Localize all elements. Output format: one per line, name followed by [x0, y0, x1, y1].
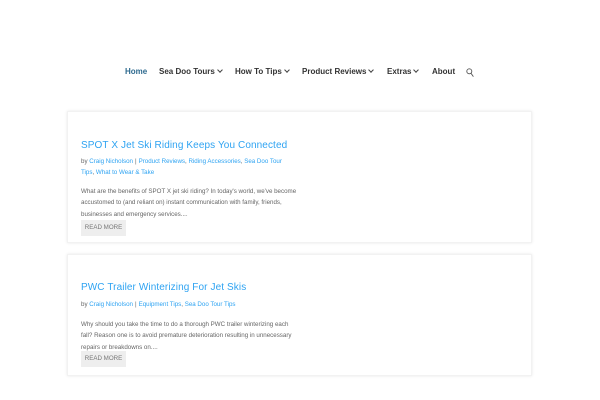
chevron-down-icon — [413, 67, 420, 73]
category-link[interactable]: Equipment Tips — [139, 301, 182, 308]
post-excerpt: Why should you take the time to do a tho… — [81, 321, 292, 351]
blog-post-card: PWC Trailer Winterizing For Jet Skis by … — [67, 254, 532, 376]
chevron-down-icon — [217, 67, 223, 73]
meta-by-label: by — [81, 301, 88, 308]
nav-item-product-reviews[interactable]: Product Reviews — [302, 66, 375, 78]
chevron-down-icon — [283, 67, 290, 73]
post-excerpt: What are the benefits of SPOT X jet ski … — [81, 188, 297, 218]
nav-item-label: Home — [125, 67, 148, 76]
nav-item-how-to-tips[interactable]: How To Tips — [235, 66, 290, 78]
read-more-button[interactable]: READ MORE — [81, 351, 126, 367]
author-link[interactable]: Craig Nicholson — [89, 158, 133, 165]
search-icon[interactable] — [466, 68, 474, 78]
category-link[interactable]: Sea Doo Tour Tips — [185, 301, 236, 308]
nav-item-label: How To Tips — [235, 67, 282, 76]
nav-item-label: Extras — [387, 67, 412, 76]
category-link[interactable]: Riding Accessories — [188, 158, 240, 165]
chevron-down-icon — [368, 67, 375, 73]
post-title-link[interactable]: PWC Trailer Winterizing For Jet Skis — [81, 282, 246, 293]
blog-post-card: SPOT X Jet Ski Riding Keeps You Connecte… — [67, 111, 532, 243]
nav-item-extras[interactable]: Extras — [387, 66, 420, 78]
main-navigation: Home Sea Doo Tours How To Tips Product R… — [0, 66, 600, 80]
read-more-button[interactable]: READ MORE — [81, 220, 126, 236]
category-link[interactable]: Product Reviews — [139, 158, 185, 165]
nav-item-label: Product Reviews — [302, 67, 367, 76]
category-link[interactable]: What to Wear & Take — [96, 169, 154, 176]
nav-item-about[interactable]: About — [432, 66, 455, 78]
nav-item-home[interactable]: Home — [125, 66, 147, 78]
post-meta: by Craig Nicholson | Product Reviews, Ridi… — [81, 158, 282, 176]
author-link[interactable]: Craig Nicholson — [89, 301, 133, 308]
nav-item-label: About — [432, 67, 456, 76]
post-meta: by Craig Nicholson | Equipment Tips, Sea D… — [81, 301, 236, 308]
nav-item-sea-doo-tours[interactable]: Sea Doo Tours — [159, 66, 223, 78]
meta-by-label: by — [81, 158, 88, 165]
nav-item-label: Sea Doo Tours — [159, 67, 215, 76]
post-title-link[interactable]: SPOT X Jet Ski Riding Keeps You Connecte… — [81, 140, 287, 151]
